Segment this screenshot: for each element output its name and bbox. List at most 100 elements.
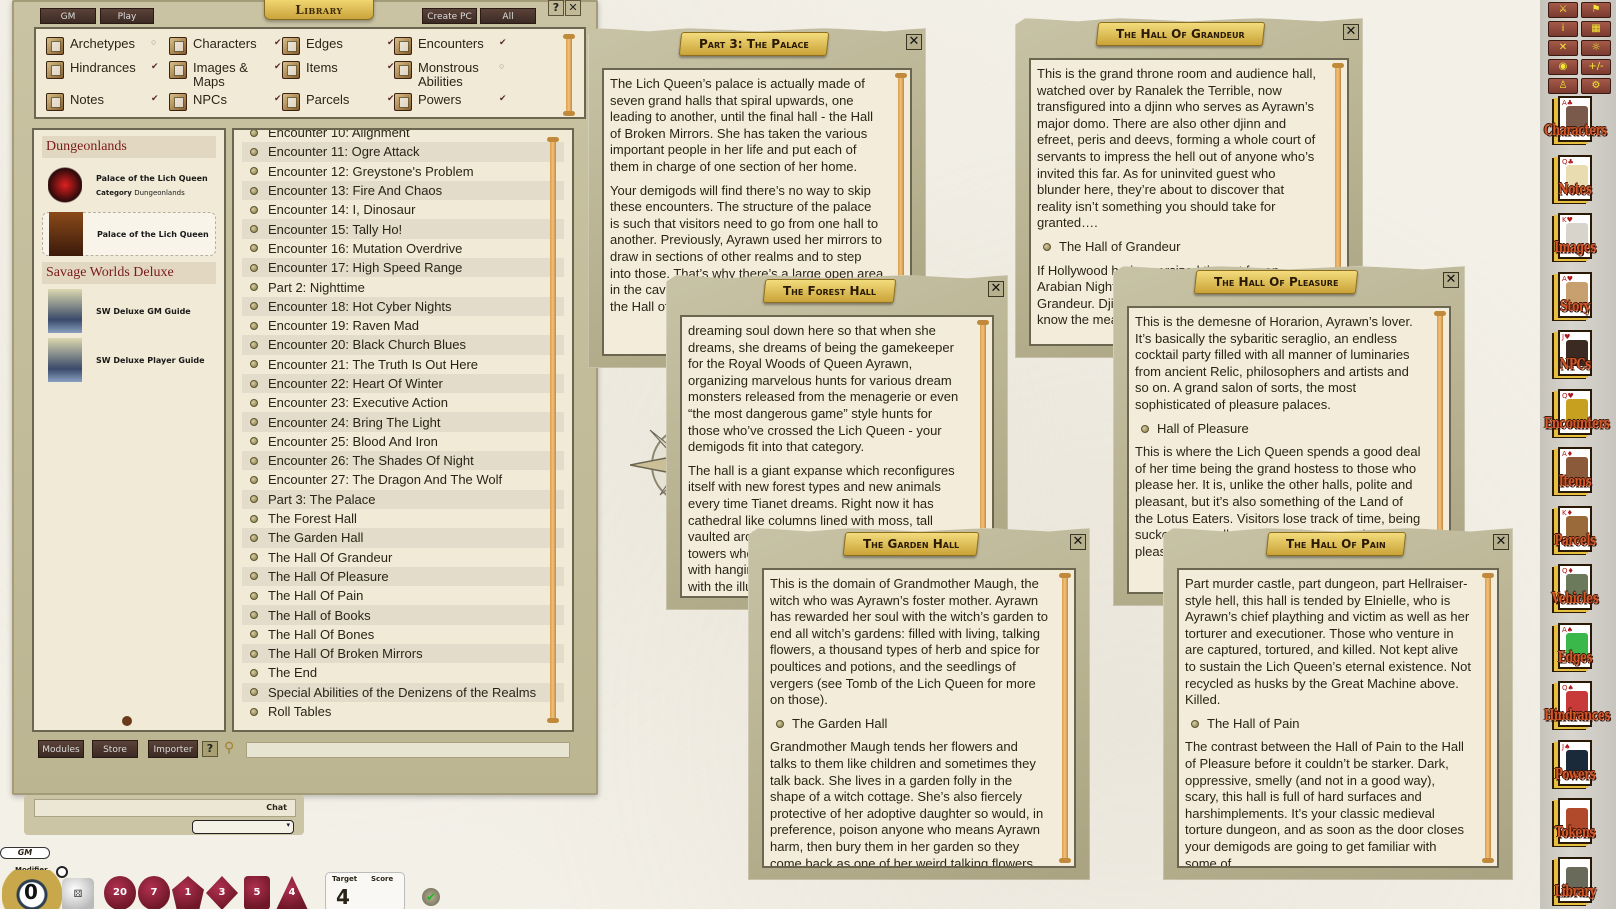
story-list-item[interactable]: Part 3: The Palace [242, 489, 564, 509]
story-window-title[interactable]: The Hall Of Pleasure [1193, 270, 1359, 294]
play-tab-button[interactable]: Play [100, 8, 154, 24]
sidebar-deck-powers[interactable]: J♠ Powers [1544, 739, 1606, 796]
category-toggle[interactable]: ○ [499, 61, 509, 71]
sidebar-deck-tokens[interactable]: Tokens [1544, 798, 1606, 854]
importer-button[interactable]: Importer [148, 740, 198, 758]
light-dark-icon[interactable]: ☼ [1581, 40, 1611, 56]
story-window-title[interactable]: The Hall Of Grandeur [1095, 22, 1265, 46]
story-window-scrollbar[interactable] [1482, 573, 1494, 863]
story-list-item[interactable]: The Hall Of Pain [242, 586, 564, 605]
module-item[interactable]: Palace of the Lich Queen [42, 212, 216, 256]
help-button-bottom[interactable]: ? [202, 741, 218, 757]
story-list-item[interactable]: The Forest Hall [242, 509, 564, 528]
gm-tab-button[interactable]: GM [40, 8, 96, 24]
story-link[interactable]: Hall of Pleasure [1141, 421, 1423, 438]
category-notes[interactable]: Notes ✔ [46, 93, 161, 111]
category-toggle[interactable]: ○ [151, 37, 161, 47]
sidebar-deck-characters[interactable]: A♣ Characters [1544, 96, 1607, 152]
close-icon[interactable]: ✕ [565, 0, 581, 16]
story-list-item[interactable]: Encounter 10: Alignment [242, 130, 564, 142]
close-icon[interactable]: ✕ [906, 34, 922, 50]
d8-die[interactable]: 3 [206, 876, 238, 909]
sidebar-deck-hindrances[interactable]: Q♠ Hindrances [1544, 681, 1611, 737]
close-icon[interactable]: ✕ [1443, 272, 1459, 288]
player-icon[interactable]: ♙ [1548, 78, 1578, 94]
wild-die[interactable]: ⚄ [62, 878, 94, 909]
store-button[interactable]: Store [92, 740, 138, 758]
module-item[interactable]: SW Deluxe GM Guide [42, 289, 216, 333]
story-window-garden[interactable]: The Garden Hall ✕ This is the domain of … [748, 528, 1090, 880]
d6-die[interactable]: 5 [244, 876, 270, 909]
story-window-title[interactable]: The Hall Of Pain [1265, 532, 1406, 556]
sidebar-deck-edges[interactable]: A♠ Edges [1544, 622, 1606, 679]
story-text-body[interactable]: This is the domain of Grandmother Maugh,… [762, 568, 1076, 868]
tools-icon[interactable]: ✕ [1548, 40, 1578, 56]
story-list-item[interactable]: Roll Tables [242, 702, 564, 721]
category-toggle[interactable]: ✔ [151, 93, 161, 104]
module-group-header[interactable]: Savage Worlds Deluxe [42, 262, 216, 284]
category-encounters[interactable]: Encounters ✔ [394, 37, 509, 55]
story-window-title[interactable]: The Garden Hall [842, 532, 980, 556]
sidebar-deck-images[interactable]: K♥ Images [1544, 213, 1606, 269]
options-icon[interactable]: ⚙ [1581, 78, 1611, 94]
category-characters[interactable]: Characters ✔ [169, 37, 284, 55]
category-npcs[interactable]: NPCs ✔ [169, 93, 284, 111]
story-scrollbar[interactable] [547, 137, 559, 723]
calendar-icon[interactable]: ▦ [1581, 21, 1611, 37]
info-icon[interactable]: i [1548, 21, 1578, 37]
story-list-item[interactable]: Encounter 11: Ogre Attack [242, 142, 564, 162]
story-list-item[interactable]: Encounter 27: The Dragon And The Wolf [242, 470, 564, 489]
story-list-item[interactable]: Encounter 15: Tally Ho! [242, 219, 564, 239]
all-tab-button[interactable]: All [480, 8, 536, 24]
story-list-item[interactable]: Encounter 26: The Shades Of Night [242, 451, 564, 471]
category-edges[interactable]: Edges ✔ [282, 37, 397, 55]
category-scrollbar[interactable] [563, 34, 575, 116]
story-list-item[interactable]: Encounter 23: Executive Action [242, 393, 564, 412]
story-list-item[interactable]: Encounter 17: High Speed Range [242, 258, 564, 278]
check-icon[interactable]: ✔ [422, 888, 440, 906]
module-group-header[interactable]: Dungeonlands [42, 136, 216, 158]
category-archetypes[interactable]: Archetypes ○ [46, 37, 161, 55]
category-items[interactable]: Items ✔ [282, 61, 397, 79]
create-pc-button[interactable]: Create PC [422, 8, 477, 24]
story-list-item[interactable]: Encounter 25: Blood And Iron [242, 432, 564, 451]
story-list-item[interactable]: Encounter 24: Bring The Light [242, 412, 564, 432]
sidebar-deck-parcels[interactable]: K♦ Parcels [1544, 505, 1606, 562]
chat-mode-dropdown[interactable]: ▾ [192, 820, 294, 834]
category-parcels[interactable]: Parcels ✔ [282, 93, 397, 111]
library-search-input[interactable] [246, 742, 570, 758]
category-images-maps[interactable]: Images & Maps ✔ [169, 61, 284, 89]
chat-input[interactable]: Chat [34, 799, 296, 817]
modifiers-icon[interactable]: ◉ [1548, 59, 1578, 75]
effects-icon[interactable]: +/- [1581, 59, 1611, 75]
story-list-item[interactable]: Encounter 22: Heart Of Winter [242, 373, 564, 394]
story-list-item[interactable]: Part 2: Nighttime [242, 277, 564, 296]
story-list-item[interactable]: Encounter 21: The Truth Is Out Here [242, 355, 564, 374]
story-link[interactable]: The Hall of Pain [1191, 716, 1471, 733]
close-icon[interactable]: ✕ [1343, 24, 1359, 40]
category-toggle[interactable]: ✔ [151, 61, 161, 72]
story-list-item[interactable]: The Hall of Books [242, 605, 564, 625]
module-item[interactable]: SW Deluxe Player Guide [42, 338, 216, 382]
target-value[interactable]: 4 [336, 885, 350, 909]
category-toggle[interactable]: ✔ [499, 37, 509, 48]
story-list-item[interactable]: Encounter 12: Greystone's Problem [242, 162, 564, 181]
story-list-item[interactable]: The Hall Of Pleasure [242, 566, 564, 587]
story-window-pain[interactable]: The Hall Of Pain ✕ Part murder castle, p… [1163, 528, 1513, 880]
close-icon[interactable]: ✕ [988, 281, 1004, 297]
story-list-item[interactable]: Encounter 13: Fire And Chaos [242, 180, 564, 201]
close-icon[interactable]: ✕ [1493, 534, 1509, 550]
story-window-scrollbar[interactable] [1059, 573, 1071, 863]
category-toggle[interactable]: ✔ [499, 93, 509, 104]
sidebar-deck-library[interactable]: Library [1544, 856, 1606, 909]
story-list-item[interactable]: Encounter 19: Raven Mad [242, 316, 564, 335]
d20-die[interactable]: 20 [104, 876, 136, 909]
modules-button[interactable]: Modules [38, 740, 84, 758]
modifier-value[interactable]: 0 [20, 880, 42, 904]
story-list-item[interactable]: Encounter 14: I, Dinosaur [242, 200, 564, 219]
help-button[interactable]: ? [548, 0, 564, 16]
combat-tracker-icon[interactable]: ⚔ [1548, 2, 1578, 18]
story-list-item[interactable]: Encounter 20: Black Church Blues [242, 335, 564, 355]
category-powers[interactable]: Powers ✔ [394, 93, 509, 111]
story-list-item[interactable]: Special Abilities of the Denizens of the… [242, 682, 564, 702]
